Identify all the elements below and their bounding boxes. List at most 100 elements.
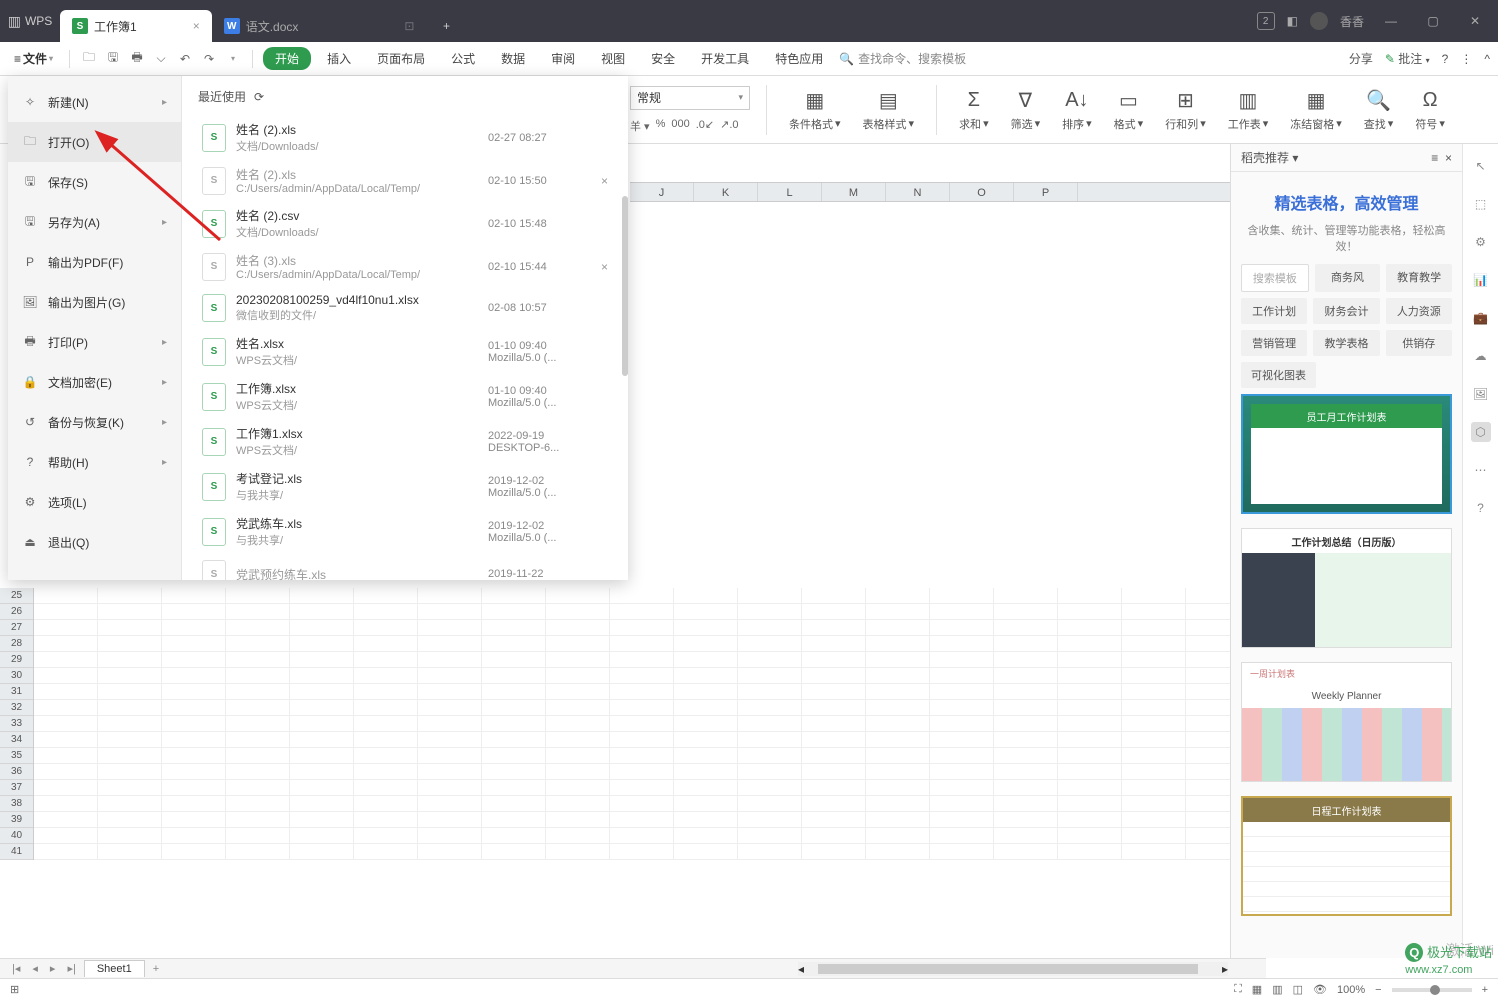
sheet-next-icon[interactable]: ▸ — [46, 962, 60, 975]
find-button[interactable]: 🔍 查找 ▾ — [1358, 88, 1400, 132]
cell[interactable] — [34, 828, 98, 843]
cell[interactable] — [482, 828, 546, 843]
cell[interactable] — [418, 684, 482, 699]
tab-security[interactable]: 安全 — [641, 46, 685, 71]
cell[interactable] — [866, 588, 930, 603]
cell[interactable] — [546, 604, 610, 619]
row-header[interactable]: 35 — [0, 748, 33, 764]
cloud-icon[interactable]: ☁ — [1471, 346, 1491, 366]
cell[interactable] — [610, 844, 674, 859]
cell[interactable] — [34, 812, 98, 827]
cell[interactable] — [802, 780, 866, 795]
cell[interactable] — [34, 716, 98, 731]
cell[interactable] — [226, 588, 290, 603]
template-card-4[interactable]: 日程工作计划表 — [1241, 796, 1452, 916]
number-format-combo[interactable]: 常规 ▾ — [630, 86, 750, 110]
annotate-button[interactable]: ✎ 批注 ▾ — [1385, 50, 1430, 67]
cell[interactable] — [1122, 828, 1186, 843]
cell[interactable] — [930, 828, 994, 843]
help-icon[interactable]: ? — [1442, 52, 1449, 66]
cell[interactable] — [162, 796, 226, 811]
sheet-last-icon[interactable]: ▸| — [63, 962, 79, 975]
row-header[interactable]: 36 — [0, 764, 33, 780]
cell[interactable] — [610, 748, 674, 763]
close-tab-icon[interactable]: × — [193, 19, 200, 33]
cell[interactable] — [354, 588, 418, 603]
format-button[interactable]: ▭ 格式 ▾ — [1108, 88, 1150, 132]
sort-button[interactable]: A↓ 排序 ▾ — [1056, 88, 1098, 132]
column-headers[interactable]: JKLMNOP — [630, 182, 1230, 202]
cell[interactable] — [1058, 764, 1122, 779]
tag-marketing[interactable]: 营销管理 — [1241, 330, 1307, 356]
tab-view[interactable]: 视图 — [591, 46, 635, 71]
cell[interactable] — [354, 764, 418, 779]
recent-file-item[interactable]: S 工作簿.xlsx WPS云文档/ 01-10 09:40Mozilla/5.… — [198, 374, 612, 419]
cell[interactable] — [546, 812, 610, 827]
cell[interactable] — [930, 588, 994, 603]
cell[interactable] — [162, 684, 226, 699]
cell[interactable] — [290, 764, 354, 779]
cell[interactable] — [866, 844, 930, 859]
cell[interactable] — [546, 700, 610, 715]
tag-supply[interactable]: 供销存 — [1386, 330, 1452, 356]
percent-icon[interactable]: % — [656, 118, 666, 134]
cell[interactable] — [1058, 780, 1122, 795]
cell[interactable] — [994, 748, 1058, 763]
undo-icon[interactable]: ↶ — [176, 50, 194, 68]
cell[interactable] — [482, 700, 546, 715]
cell[interactable] — [1058, 844, 1122, 859]
recent-file-item[interactable]: S 姓名 (3).xls C:/Users/admin/AppData/Loca… — [198, 246, 612, 287]
cell[interactable] — [34, 700, 98, 715]
file-menu-exit[interactable]: ⏏退出(Q) — [8, 522, 181, 562]
cell[interactable] — [866, 604, 930, 619]
recent-file-item[interactable]: S 姓名.xlsx WPS云文档/ 01-10 09:40Mozilla/5.0… — [198, 329, 612, 374]
image-side-icon[interactable]: 🖼 — [1471, 384, 1491, 404]
tab-data[interactable]: 数据 — [491, 46, 535, 71]
cell[interactable] — [418, 844, 482, 859]
cell[interactable] — [674, 748, 738, 763]
cell[interactable] — [1058, 652, 1122, 667]
rowcol-button[interactable]: ⊞ 行和列 ▾ — [1159, 88, 1212, 132]
cell[interactable] — [994, 636, 1058, 651]
cell[interactable] — [98, 732, 162, 747]
cell[interactable] — [930, 604, 994, 619]
cell[interactable] — [226, 764, 290, 779]
cell[interactable] — [418, 588, 482, 603]
cell[interactable] — [1058, 716, 1122, 731]
cell[interactable] — [1122, 812, 1186, 827]
cell[interactable] — [738, 588, 802, 603]
template-search-input[interactable]: 搜索模板 — [1241, 264, 1309, 292]
recent-file-item[interactable]: S 姓名 (2).csv 文档/Downloads/ 02-10 15:48 — [198, 201, 612, 246]
cell[interactable] — [226, 748, 290, 763]
cell[interactable] — [930, 636, 994, 651]
file-menu-pdf[interactable]: P输出为PDF(F) — [8, 242, 181, 282]
close-window-icon[interactable]: ✕ — [1460, 14, 1490, 28]
cell[interactable] — [98, 652, 162, 667]
cell[interactable] — [866, 652, 930, 667]
row-headers[interactable]: 2526272829303132333435363738394041 — [0, 588, 34, 860]
cell[interactable] — [546, 620, 610, 635]
cell[interactable] — [994, 844, 1058, 859]
cell[interactable] — [738, 604, 802, 619]
tag-viz[interactable]: 可视化图表 — [1241, 362, 1316, 388]
worksheet-button[interactable]: ▥ 工作表 ▾ — [1222, 88, 1275, 132]
cell[interactable] — [162, 652, 226, 667]
new-tab-button[interactable]: + — [426, 10, 466, 42]
cell[interactable] — [994, 588, 1058, 603]
cell[interactable] — [418, 652, 482, 667]
cell[interactable] — [930, 748, 994, 763]
cell[interactable] — [34, 780, 98, 795]
cell[interactable] — [98, 636, 162, 651]
cell[interactable] — [674, 668, 738, 683]
cell[interactable] — [482, 748, 546, 763]
cell[interactable] — [354, 812, 418, 827]
cell[interactable] — [482, 588, 546, 603]
cell[interactable] — [34, 732, 98, 747]
chart-side-icon[interactable]: 📊 — [1471, 270, 1491, 290]
eye-icon[interactable]: 👁 — [1313, 983, 1327, 996]
cell[interactable] — [674, 812, 738, 827]
cell[interactable] — [738, 748, 802, 763]
cell[interactable] — [418, 732, 482, 747]
cell[interactable] — [1122, 684, 1186, 699]
row-header[interactable]: 38 — [0, 796, 33, 812]
